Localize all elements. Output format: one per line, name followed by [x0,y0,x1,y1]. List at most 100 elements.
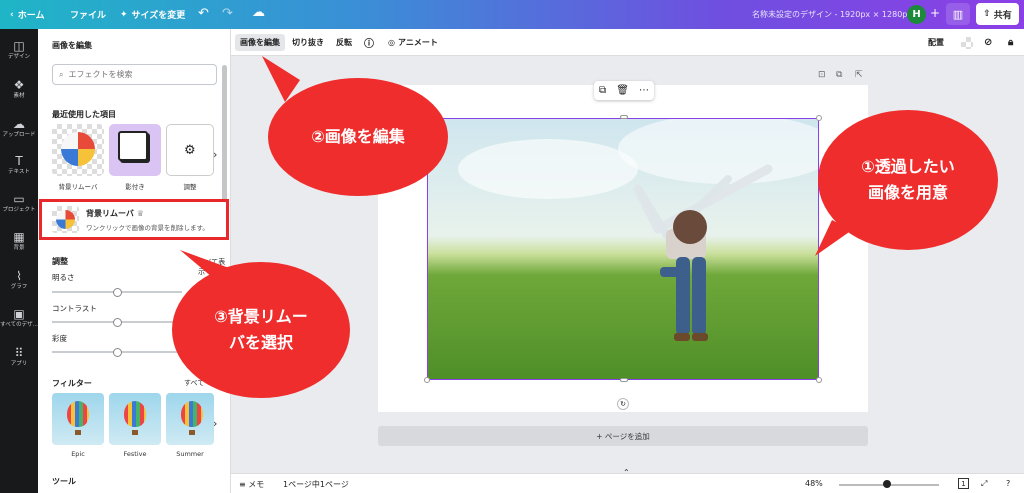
link-icon[interactable]: ⊘ [979,34,997,51]
lock-icon[interactable]: 🔒︎ [1003,34,1018,51]
bottom-bar: ≡ メモ 1ページ中1ページ ⌃ 48% 1 ⤢ ? [231,468,1024,493]
layout-icon: ◫ [13,39,25,53]
grid-icon: ▣ [13,307,25,321]
insights-icon[interactable]: ▥ [946,3,970,25]
top-bar: ‹ ホーム ファイル ✦ サイズを変更 ↶ ↷ ☁ 名称未設定のデザイン - 1… [0,0,1024,29]
chevron-right-icon[interactable]: › [213,148,217,161]
share-icon: ⇧ [983,9,991,19]
rail-uploads[interactable]: ☁ アップロード [0,117,38,139]
selected-photo[interactable] [427,118,819,380]
help-icon[interactable]: ? [1006,479,1010,488]
edit-image-button[interactable]: 画像を編集 [235,34,285,51]
text-icon: T [15,154,23,168]
share-label: 共有 [993,10,1012,21]
filter-label: Festive [123,450,147,458]
resize-label: サイズを変更 [131,11,186,21]
balloon-image [181,401,203,427]
notes-button[interactable]: ≡ メモ [239,479,264,490]
file-menu[interactable]: ファイル [70,8,106,21]
rotate-icon[interactable]: ↻ [617,398,629,410]
basket [75,430,81,435]
fullscreen-icon[interactable]: ⤢ [981,479,987,489]
add-member-icon[interactable]: + [930,6,940,20]
bg-remover-desc: ワンクリックで画像の背景を削除します。 [86,224,209,232]
rail-design[interactable]: ◫ デザイン [0,39,38,61]
position-button[interactable]: 配置 [923,34,949,51]
sliders-icon: ⚙ [184,143,196,158]
recent-shadow-thumb[interactable] [109,124,161,176]
bg-remover-name: 背景リムーバ ♛ [86,209,144,218]
undo-icon[interactable]: ↶ [198,6,209,21]
edit-image-panel: 画像を編集 ⌕ エフェクトを検索 最近使用した項目 背景リムーバ 影付き ⚙ 調… [38,29,231,493]
rail-background[interactable]: ▦ 背景 [0,230,38,252]
zoom-knob[interactable] [883,480,891,488]
rail-apps[interactable]: ⠿ アプリ [0,346,38,368]
balloon-image [67,401,89,427]
share-button[interactable]: ⇧ 共有 [976,3,1019,25]
trash-icon[interactable]: 🗑︎ [616,85,629,96]
resize-handle[interactable] [816,377,822,383]
resize-handle[interactable] [424,377,430,383]
folder-icon: ▭ [13,192,25,206]
rail-charts[interactable]: ⌇ グラフ [0,269,38,291]
zoom-value[interactable]: 48% [805,479,823,488]
animate-icon: ◎ [388,38,395,47]
rail-projects[interactable]: ▭ プロジェクト [0,192,38,214]
crown-icon: ♛ [136,209,144,218]
bg-remover-thumb [52,206,79,233]
beach-ball-image [61,132,95,166]
tools-heading: ツール [52,477,76,486]
panel-scrollbar[interactable] [222,65,227,205]
slider-knob[interactable] [112,347,122,357]
rail-elements[interactable]: ❖ 素材 [0,78,38,100]
search-placeholder: エフェクトを検索 [68,70,133,79]
recent-adjust-thumb[interactable]: ⚙ [166,124,214,176]
boy-in-field-image [458,119,818,341]
resize-handle[interactable] [620,378,628,382]
slider-knob[interactable] [112,317,122,327]
effect-search-input[interactable]: ⌕ エフェクトを検索 [52,64,217,85]
callout-edit-image: ②画像を編集 [268,78,448,196]
resize-button[interactable]: ✦ サイズを変更 [120,8,186,22]
chevron-right-icon[interactable]: › [213,417,217,430]
animate-label: アニメート [397,38,438,47]
apps-icon: ⠿ [14,346,24,360]
add-page-button[interactable]: + ページを追加 [378,426,868,446]
page-lock-icon[interactable]: ⊡ [818,70,826,80]
bg-remover-item[interactable]: 背景リムーバ ♛ ワンクリックで画像の背景を削除します。 [39,199,229,240]
filter-label: Epic [71,450,85,458]
page-number-icon[interactable]: 1 [958,478,969,489]
animate-button[interactable]: ◎ アニメート [383,34,443,51]
slider-knob[interactable] [112,287,122,297]
page-add-icon[interactable]: ⇱ [855,70,863,80]
basket [132,430,138,435]
filter-festive[interactable] [109,393,161,445]
redo-icon[interactable]: ↷ [222,6,233,21]
balloon-image [124,401,146,427]
recent-bg-remover-thumb[interactable] [52,124,104,176]
page-count[interactable]: 1ページ中1ページ [283,479,349,490]
design-title[interactable]: 名称未設定のデザイン - 1920px × 1280px [752,9,912,20]
left-rail: ◫ デザイン ❖ 素材 ☁ アップロード T テキスト ▭ プロジェクト ▦ 背景 ⌇ グラフ… [0,29,38,493]
floating-toolbar: ⧉ 🗑︎ ⋯ [594,81,654,100]
resize-handle[interactable] [620,115,628,119]
info-icon[interactable]: ⓘ [359,34,379,51]
crop-button[interactable]: 切り抜き [287,34,329,51]
chevron-up-icon[interactable]: ⌃ [623,468,630,477]
rail-all-designs[interactable]: ▣ すべてのデザ... [0,307,38,329]
transparency-icon[interactable] [961,37,973,49]
filter-summer[interactable] [166,393,214,445]
filter-epic[interactable] [52,393,104,445]
avatar[interactable]: H [907,5,926,24]
duplicate-icon[interactable]: ⧉ [599,85,606,96]
home-button[interactable]: ‹ ホーム [10,8,44,22]
rail-text[interactable]: T テキスト [0,154,38,176]
more-icon[interactable]: ⋯ [639,85,649,96]
cloud-save-icon[interactable]: ☁ [252,5,265,20]
page-duplicate-icon[interactable]: ⧉ [836,70,842,80]
recent-label: 背景リムーバ [58,183,98,191]
flip-button[interactable]: 反転 [331,34,357,51]
shapes-icon: ❖ [13,78,25,92]
filters-heading: フィルター [52,379,92,388]
resize-handle[interactable] [816,115,822,121]
